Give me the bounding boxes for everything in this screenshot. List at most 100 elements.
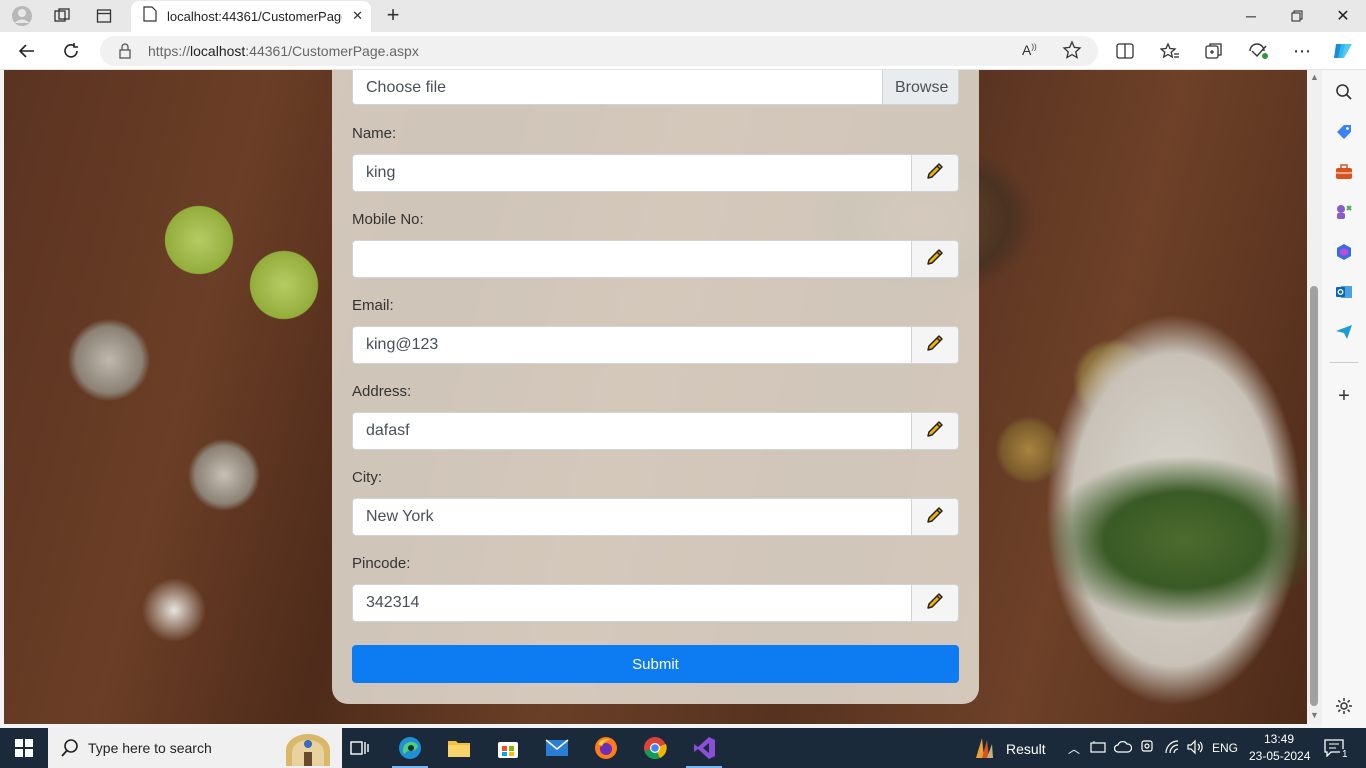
pencil-icon — [925, 591, 945, 616]
address-field — [352, 412, 959, 450]
visual-studio-icon[interactable] — [692, 736, 716, 760]
outlook-icon[interactable] — [1334, 282, 1354, 302]
pincode-field — [352, 584, 959, 622]
split-screen-icon[interactable] — [1110, 37, 1140, 65]
name-input[interactable] — [352, 154, 912, 192]
email-input[interactable] — [352, 326, 912, 364]
name-field — [352, 154, 959, 192]
search-highlight-icon — [278, 732, 338, 768]
pencil-icon — [925, 333, 945, 358]
language-indicator[interactable]: ENG — [1212, 741, 1238, 755]
url-text[interactable]: https://localhost:44361/CustomerPage.asp… — [148, 43, 419, 59]
result-app-icon[interactable] — [972, 736, 996, 760]
windows-start-icon[interactable] — [12, 736, 36, 760]
chrome-icon[interactable] — [643, 736, 667, 760]
add-icon[interactable]: + — [1334, 385, 1354, 407]
tab-actions-icon[interactable] — [90, 4, 118, 28]
edit-name-button[interactable] — [911, 154, 959, 192]
pincode-label: Pincode: — [352, 555, 411, 572]
back-icon[interactable] — [12, 37, 42, 65]
pencil-icon — [925, 505, 945, 530]
browser-tab-bar: localhost:44361/CustomerPage.a ✕ + ─ ✕ — [0, 0, 1366, 32]
close-window-button[interactable]: ✕ — [1320, 0, 1366, 32]
url-scheme: https:// — [148, 43, 191, 59]
copilot-icon[interactable] — [1328, 37, 1358, 65]
clock-time[interactable]: 13:49 — [1264, 732, 1294, 746]
task-view-icon[interactable] — [348, 736, 372, 760]
city-label: City: — [352, 469, 382, 486]
browse-button[interactable]: Browse — [882, 70, 959, 105]
page-background: Choose file Browse Name: Mobile No: — [4, 70, 1307, 724]
scroll-down-icon[interactable]: ▼ — [1310, 710, 1319, 720]
search-placeholder: Type here to search — [88, 740, 212, 756]
page-scrollbar[interactable]: ▲ ▼ — [1307, 70, 1322, 724]
file-upload-field[interactable]: Choose file Browse — [352, 70, 959, 106]
mail-icon[interactable] — [545, 736, 569, 760]
windows-taskbar: Type here to search Result ︿ ENG 13:49 2… — [0, 728, 1366, 768]
clock-date[interactable]: 23-05-2024 — [1249, 749, 1310, 763]
close-tab-icon[interactable]: ✕ — [352, 8, 363, 24]
edit-city-button[interactable] — [911, 498, 959, 536]
lock-icon[interactable] — [118, 43, 132, 64]
customer-form-panel: Choose file Browse Name: Mobile No: — [332, 70, 979, 704]
file-input[interactable]: Choose file — [352, 70, 883, 105]
edit-email-button[interactable] — [911, 326, 959, 364]
url-host: localhost — [190, 43, 246, 59]
pencil-icon — [925, 247, 945, 272]
notification-count-badge: 1 — [1340, 749, 1350, 760]
collections-icon[interactable] — [1199, 37, 1229, 65]
network-drive-icon[interactable] — [1090, 740, 1106, 757]
edit-mobile-button[interactable] — [911, 240, 959, 278]
page-icon — [143, 6, 157, 27]
edge-app-icon[interactable] — [398, 736, 422, 760]
pencil-icon — [925, 419, 945, 444]
url-path: :44361/CustomerPage.aspx — [245, 43, 419, 59]
profile-icon[interactable] — [8, 4, 36, 28]
scroll-thumb[interactable] — [1310, 286, 1318, 706]
shopping-tag-icon[interactable] — [1334, 122, 1354, 142]
search-icon — [60, 738, 80, 763]
tools-icon[interactable] — [1334, 162, 1354, 182]
scroll-up-icon[interactable]: ▲ — [1310, 72, 1319, 82]
gear-icon[interactable] — [1334, 696, 1354, 716]
city-field — [352, 498, 959, 536]
microsoft-store-icon[interactable] — [496, 736, 520, 760]
taskbar-search-box[interactable]: Type here to search — [48, 728, 342, 768]
mobile-label: Mobile No: — [352, 211, 424, 228]
mobile-input[interactable] — [352, 240, 912, 278]
refresh-icon[interactable] — [56, 37, 86, 65]
city-input[interactable] — [352, 498, 912, 536]
firefox-icon[interactable] — [594, 736, 618, 760]
webcam-icon[interactable] — [1140, 740, 1154, 757]
search-icon[interactable] — [1334, 82, 1354, 102]
browser-essentials-icon[interactable] — [1243, 37, 1273, 65]
address-input[interactable] — [352, 412, 912, 450]
email-label: Email: — [352, 297, 394, 314]
send-icon[interactable] — [1334, 322, 1354, 342]
file-placeholder: Choose file — [366, 79, 447, 96]
new-tab-button[interactable]: + — [380, 4, 406, 28]
pincode-input[interactable] — [352, 584, 912, 622]
edge-sidebar: + — [1322, 70, 1366, 728]
show-hidden-icons-icon[interactable]: ︿ — [1068, 740, 1080, 757]
games-icon[interactable] — [1334, 202, 1354, 222]
wifi-icon[interactable] — [1164, 739, 1180, 758]
favorites-icon[interactable] — [1155, 37, 1185, 65]
edit-address-button[interactable] — [911, 412, 959, 450]
workspaces-icon[interactable] — [48, 4, 76, 28]
edit-pincode-button[interactable] — [911, 584, 959, 622]
settings-more-icon[interactable]: ⋯ — [1287, 37, 1317, 65]
pencil-icon — [925, 161, 945, 186]
minimize-button[interactable]: ─ — [1228, 0, 1274, 32]
address-bar[interactable]: https://localhost:44361/CustomerPage.asp… — [100, 36, 1098, 66]
read-aloud-icon[interactable]: A)) — [1022, 42, 1037, 58]
submit-button[interactable]: Submit — [352, 645, 959, 683]
restore-button[interactable] — [1274, 0, 1320, 32]
file-explorer-icon[interactable] — [447, 736, 471, 760]
volume-icon[interactable] — [1186, 739, 1204, 758]
tab-customer-page[interactable]: localhost:44361/CustomerPage.a ✕ — [131, 1, 371, 32]
microsoft-365-icon[interactable] — [1334, 242, 1354, 262]
result-label[interactable]: Result — [1006, 741, 1046, 757]
cloud-sync-icon[interactable] — [1113, 740, 1133, 757]
favorite-star-icon[interactable] — [1062, 40, 1082, 65]
